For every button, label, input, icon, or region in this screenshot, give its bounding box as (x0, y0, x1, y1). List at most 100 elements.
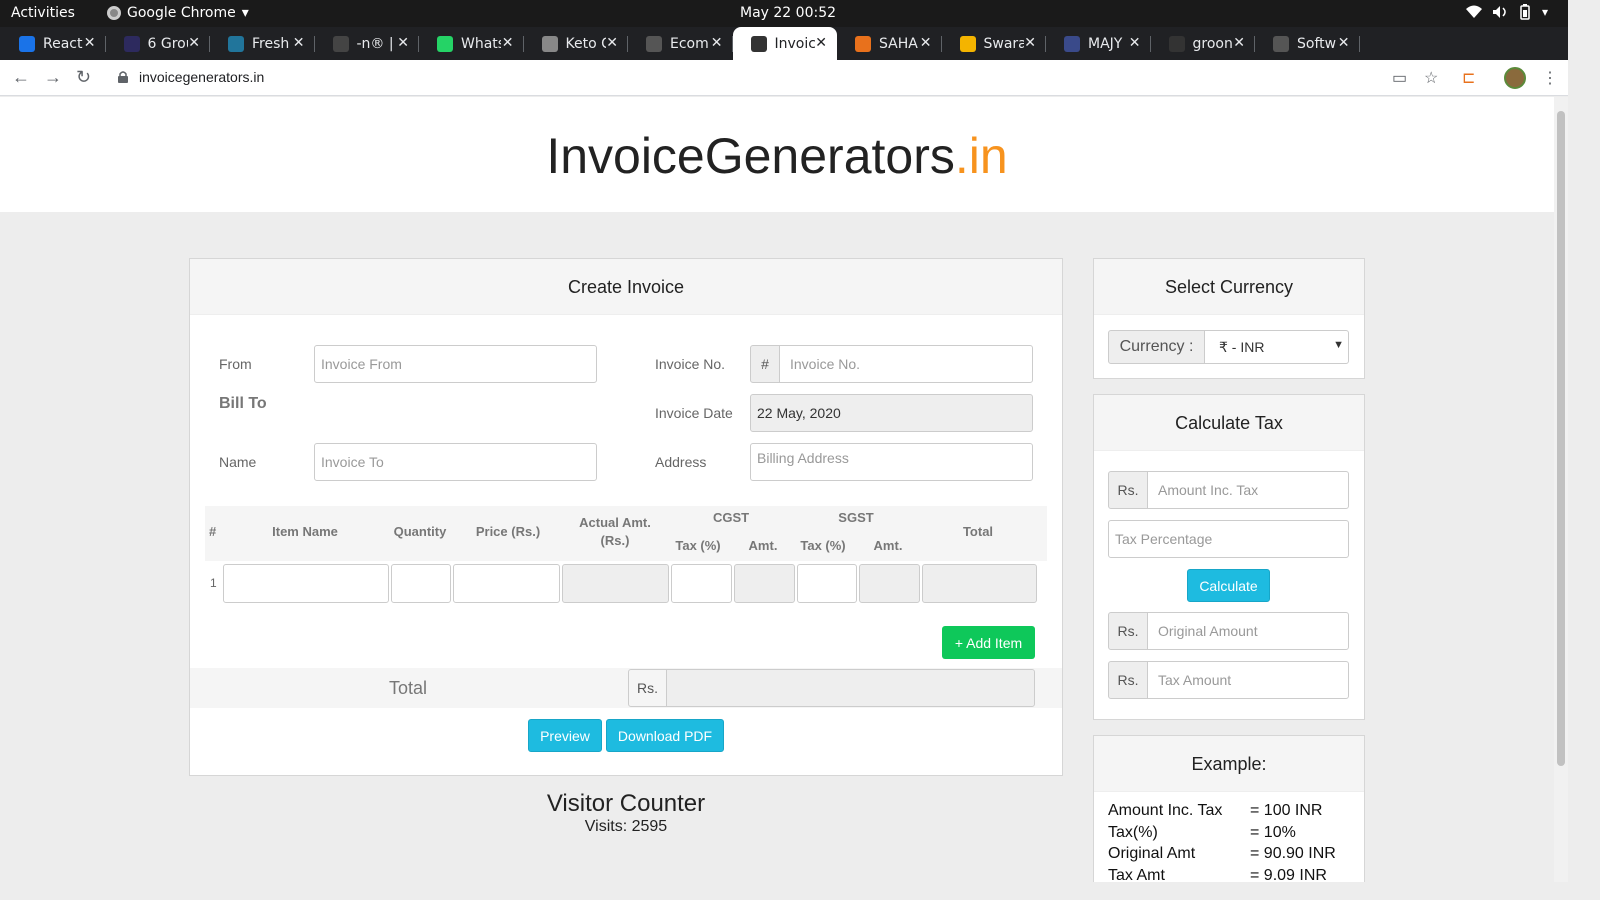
tab-close-icon[interactable]: ✕ (920, 35, 932, 51)
tab-favicon-icon (646, 35, 662, 52)
tab-favicon-icon (19, 35, 35, 52)
invoice-from-input[interactable]: Invoice From (314, 345, 597, 383)
total-row: Total Rs. (190, 668, 1062, 708)
tab-close-icon[interactable]: ✕ (293, 35, 305, 51)
invoice-date-input[interactable]: 22 May, 2020 (750, 394, 1033, 432)
tab-label: Ecomr (670, 35, 710, 52)
browser-tab[interactable]: Invoic ✕ (732, 27, 837, 60)
preview-button[interactable]: Preview (528, 719, 602, 752)
browser-tab[interactable]: Ecomr✕ (628, 27, 733, 60)
menu-kebab-icon[interactable]: ⋮ (1542, 68, 1558, 88)
tab-close-icon[interactable]: ✕ (1129, 35, 1141, 51)
price-input[interactable] (453, 564, 560, 603)
tax-amount-input[interactable]: Tax Amount (1147, 661, 1349, 699)
add-item-button[interactable]: + Add Item (942, 626, 1035, 659)
tab-label: React (43, 35, 83, 52)
tab-close-icon[interactable]: ✕ (606, 35, 618, 51)
tab-label: MAJY (1088, 35, 1123, 52)
address-label: Address (655, 454, 707, 470)
actual-amt-field (562, 564, 669, 603)
address-bar[interactable]: invoicegenerators.in (139, 69, 264, 85)
currency-select[interactable]: ₹ - INR ▼ (1204, 330, 1349, 364)
tab-close-icon[interactable]: ✕ (1233, 35, 1245, 51)
browser-tab[interactable]: MAJY ✕ (1046, 27, 1151, 60)
cgst-tax-input[interactable] (671, 564, 732, 603)
app-menu[interactable]: Google Chrome ▾ (107, 5, 249, 21)
browser-tab[interactable]: -n® | E✕ (315, 27, 420, 60)
tab-label: Swara (983, 35, 1024, 52)
site-logo[interactable]: InvoiceGenerators.in (0, 97, 1554, 185)
browser-tab[interactable]: Keto C✕ (524, 27, 629, 60)
sgst-amt-field (859, 564, 920, 603)
amount-inc-tax-input[interactable]: Amount Inc. Tax (1147, 471, 1349, 509)
download-pdf-button[interactable]: Download PDF (606, 719, 724, 752)
original-prefix: Rs. (1108, 612, 1148, 650)
tab-close-icon[interactable]: ✕ (188, 35, 200, 51)
activities-button[interactable]: Activities (11, 5, 75, 21)
tab-close-icon[interactable]: ✕ (1024, 35, 1036, 51)
tab-favicon-icon (1064, 35, 1080, 52)
example-key: Tax(%) (1108, 823, 1158, 841)
browser-tab[interactable]: groon ✕ (1151, 27, 1256, 60)
calculate-tax-card: Calculate Tax Rs. Amount Inc. Tax Tax Pe… (1093, 394, 1365, 720)
sgst-tax-input[interactable] (797, 564, 857, 603)
page-viewport: InvoiceGenerators.in Create Invoice From… (0, 97, 1554, 882)
tab-label: 6 Grou (147, 35, 188, 52)
item-name-input[interactable] (223, 564, 389, 603)
lock-icon[interactable] (118, 71, 128, 83)
browser-tab[interactable]: Swara ✕ (942, 27, 1047, 60)
tab-strip: React✕6 Grou✕Fresh✕-n® | E✕Whats✕Keto C✕… (0, 27, 1568, 82)
quantity-input[interactable] (391, 564, 451, 603)
invoice-to-input[interactable]: Invoice To (314, 443, 597, 481)
cast-icon[interactable]: ▭ (1392, 68, 1407, 88)
tab-close-icon[interactable]: ✕ (711, 35, 723, 51)
tab-close-icon[interactable]: ✕ (1338, 35, 1350, 51)
currency-label: Currency : (1108, 330, 1205, 364)
profile-avatar[interactable] (1504, 67, 1526, 89)
example-value: = 10% (1250, 823, 1296, 841)
calculate-button[interactable]: Calculate (1187, 569, 1270, 602)
system-tray[interactable]: ▾ (1465, 4, 1548, 20)
tab-label: Softw (1297, 35, 1337, 52)
browser-tab[interactable]: Softw ✕ (1255, 27, 1360, 60)
create-invoice-card: Create Invoice From Invoice From Bill To… (189, 258, 1063, 776)
col-total: Total (962, 524, 994, 539)
browser-toolbar: ← → ↻ invoicegenerators.in ▭ ☆ ⊏ ⋮ (0, 60, 1568, 96)
tab-close-icon[interactable]: ✕ (815, 35, 827, 51)
invoice-no-input[interactable]: Invoice No. (779, 345, 1033, 383)
col-cgst-tax: Tax (%) (675, 538, 721, 553)
browser-tab[interactable]: Fresh ✕ (210, 27, 315, 60)
extension-icon[interactable]: ⊏ (1462, 68, 1475, 88)
col-item-name: Item Name (272, 524, 338, 539)
reload-icon[interactable]: ↻ (76, 67, 91, 88)
original-amount-input[interactable]: Original Amount (1147, 612, 1349, 650)
scrollbar-thumb[interactable] (1557, 111, 1565, 766)
clock[interactable]: May 22 00:52 (740, 5, 836, 21)
tax-percentage-input[interactable]: Tax Percentage (1108, 520, 1349, 558)
bookmark-star-icon[interactable]: ☆ (1424, 68, 1438, 88)
billing-address-textarea[interactable]: Billing Address (750, 443, 1033, 481)
total-label: Total (389, 678, 428, 698)
invoice-date-label: Invoice Date (655, 405, 733, 421)
browser-tab[interactable]: Whats ✕ (419, 27, 524, 60)
tab-favicon-icon (750, 35, 767, 52)
tab-favicon-icon (228, 35, 244, 52)
browser-tab[interactable]: SAHAI ✕ (837, 27, 942, 60)
forward-arrow-icon[interactable]: → (44, 67, 62, 88)
example-value: = 9.09 INR (1250, 866, 1327, 883)
row-total-field (922, 564, 1037, 603)
tab-label: groon (1192, 35, 1233, 52)
col-actual-amt-unit: (Rs.) (600, 533, 630, 548)
total-currency-prefix: Rs. (628, 669, 667, 707)
tab-close-icon[interactable]: ✕ (397, 35, 409, 51)
tab-close-icon[interactable]: ✕ (502, 35, 514, 51)
invoice-no-label: Invoice No. (655, 356, 726, 372)
browser-tab[interactable]: React ✕ (1, 27, 106, 60)
col-sgst: SGST (838, 510, 874, 525)
browser-tab[interactable]: 6 Grou✕ (106, 27, 211, 60)
back-arrow-icon[interactable]: ← (12, 67, 30, 88)
page-scrollbar[interactable] (1554, 97, 1568, 882)
example-key: Tax Amt (1108, 866, 1165, 883)
tab-favicon-icon (332, 35, 349, 52)
tab-close-icon[interactable]: ✕ (84, 35, 96, 51)
